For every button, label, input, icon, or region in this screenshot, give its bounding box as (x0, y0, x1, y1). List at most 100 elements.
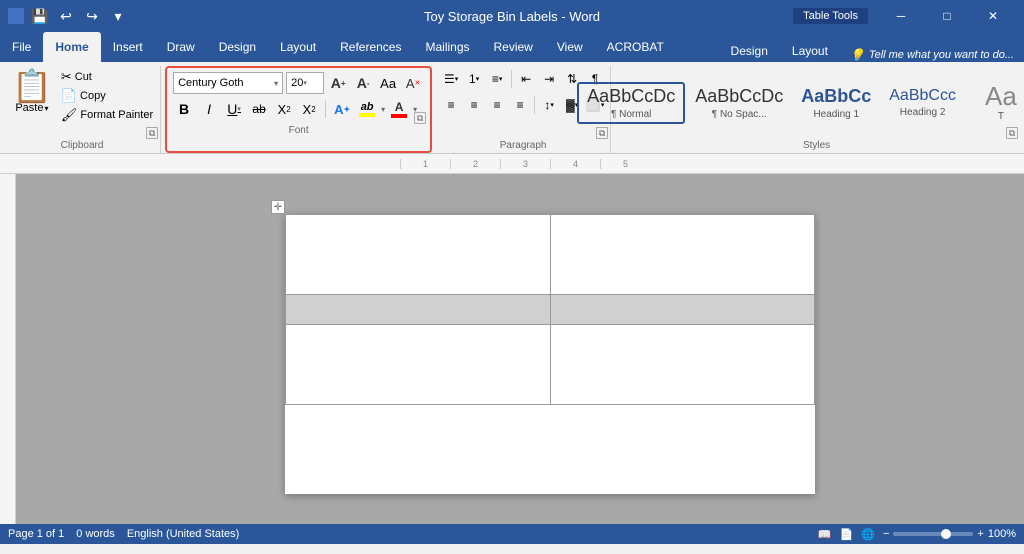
style-heading1[interactable]: AaBbCc Heading 1 (793, 84, 879, 122)
ribbon: 📋 Paste ▾ ✂ Cut 📄 Copy 🖌 Format Painter (0, 62, 1024, 154)
multilevel-list-button[interactable]: ≡▾ (486, 68, 508, 90)
tab-design[interactable]: Design (207, 32, 268, 62)
style-no-space[interactable]: AaBbCcDc ¶ No Spac... (687, 84, 791, 122)
font-grow-button[interactable]: A+ (327, 72, 349, 94)
separator-1 (325, 100, 326, 118)
ruler-margin-left (360, 159, 400, 169)
zoom-slider[interactable] (893, 532, 973, 536)
font-color-bar (391, 114, 407, 118)
font-color-button[interactable]: A (388, 98, 410, 120)
increase-indent-button[interactable]: ⇥ (538, 68, 560, 90)
table-cell-3-2[interactable] (550, 325, 815, 405)
page-info: Page 1 of 1 (8, 528, 64, 540)
style-h2-preview: AaBbCcc (889, 87, 956, 105)
tab-home[interactable]: Home (43, 32, 100, 62)
font-expand-button[interactable]: ⧉ (414, 112, 426, 124)
font-shrink-button[interactable]: A- (352, 72, 374, 94)
numbering-button[interactable]: 1▾ (463, 68, 485, 90)
ruler-mark-1: 1 (400, 159, 450, 169)
underline-button[interactable]: U ▾ (223, 98, 245, 120)
bold-button[interactable]: B (173, 98, 195, 120)
style-normal[interactable]: AaBbCcDc ¶ Normal (577, 82, 685, 124)
align-left-button[interactable]: ≡ (440, 94, 462, 116)
align-right-button[interactable]: ≡ (486, 94, 508, 116)
font-row-2: B I U ▾ ab X2 X2 A✦ ab ▾ A (173, 98, 417, 120)
style-nospace-preview: AaBbCcDc (695, 86, 783, 107)
zoom-in-button[interactable]: + (977, 528, 983, 540)
view-print-button[interactable]: 📄 (840, 528, 854, 541)
clipboard-expand-button[interactable]: ⧉ (146, 127, 158, 139)
tab-review[interactable]: Review (482, 32, 545, 62)
font-group-label: Font (169, 125, 428, 136)
styles-label: Styles (613, 140, 1020, 151)
line-spacing-button[interactable]: ↕▾ (538, 94, 560, 116)
cut-button[interactable]: ✂ Cut (58, 68, 156, 86)
table-cell-1-2[interactable] (550, 215, 815, 295)
tab-draw[interactable]: Draw (155, 32, 207, 62)
view-web-button[interactable]: 🌐 (861, 528, 875, 541)
undo-button[interactable]: ↩ (56, 6, 76, 26)
table-cell-1-1[interactable] (286, 215, 551, 295)
ruler-mark-3: 3 (500, 159, 550, 169)
customize-qat-button[interactable]: ▾ (108, 6, 128, 26)
tab-view[interactable]: View (545, 32, 595, 62)
ruler-mark-2: 2 (450, 159, 500, 169)
tab-mailings[interactable]: Mailings (413, 32, 481, 62)
text-effects-button[interactable]: A✦ (331, 98, 353, 120)
highlight-dropdown-arrow[interactable]: ▾ (381, 105, 385, 114)
tab-table-design[interactable]: Design (719, 40, 780, 62)
font-size-dropdown[interactable]: 20 ▾ (286, 72, 324, 94)
strikethrough-button[interactable]: ab (248, 98, 270, 120)
tab-acrobat[interactable]: ACROBAT (595, 32, 676, 62)
close-button[interactable]: ✕ (970, 0, 1016, 32)
document-page: ✛ (285, 214, 815, 494)
minimize-button[interactable]: ─ (878, 0, 924, 32)
tab-references[interactable]: References (328, 32, 413, 62)
justify-button[interactable]: ≡ (509, 94, 531, 116)
save-button[interactable]: 💾 (30, 6, 50, 26)
italic-button[interactable]: I (198, 98, 220, 120)
copy-button[interactable]: 📄 Copy (58, 87, 156, 105)
tab-insert[interactable]: Insert (101, 32, 155, 62)
style-h1-label: Heading 1 (813, 109, 859, 120)
tab-layout[interactable]: Layout (268, 32, 328, 62)
change-case-button[interactable]: Aa (377, 72, 399, 94)
separator-3 (534, 96, 535, 114)
zoom-out-button[interactable]: − (883, 528, 889, 540)
subscript-button[interactable]: X2 (273, 98, 295, 120)
style-heading2[interactable]: AaBbCcc Heading 2 (881, 85, 964, 120)
font-name-dropdown[interactable]: Century Goth ▾ (173, 72, 283, 94)
style-title-preview: Aa (985, 83, 1017, 109)
align-center-button[interactable]: ≡ (463, 94, 485, 116)
zoom-level: 100% (988, 528, 1016, 540)
styles-group: AaBbCcDc ¶ Normal AaBbCcDc ¶ No Spac... … (613, 66, 1020, 153)
tab-table-layout[interactable]: Layout (780, 40, 840, 62)
tab-file[interactable]: File (0, 32, 43, 62)
tell-me-input[interactable]: 💡 Tell me what you want to do... (840, 48, 1024, 62)
styles-expand-button[interactable]: ⧉ (1006, 127, 1018, 139)
decrease-indent-button[interactable]: ⇤ (515, 68, 537, 90)
zoom-control: − + 100% (883, 528, 1016, 540)
table-row-2 (286, 295, 815, 325)
bullets-button[interactable]: ☰▾ (440, 68, 462, 90)
ruler: 1 2 3 4 5 (0, 154, 1024, 174)
view-read-button[interactable]: 📖 (818, 528, 832, 541)
cut-icon: ✂ (61, 69, 72, 85)
style-title-label: T (998, 111, 1004, 122)
style-title[interactable]: Aa T (966, 81, 1024, 124)
table-move-handle[interactable]: ✛ (271, 200, 285, 214)
table-cell-2-2[interactable] (550, 295, 815, 325)
table-cell-3-1[interactable] (286, 325, 551, 405)
style-nospace-label: ¶ No Spac... (712, 109, 767, 120)
redo-button[interactable]: ↪ (82, 6, 102, 26)
text-highlight-button[interactable]: ab (356, 98, 378, 120)
style-h2-label: Heading 2 (900, 107, 946, 118)
clear-formatting-button[interactable]: A✕ (402, 72, 424, 94)
maximize-button[interactable]: □ (924, 0, 970, 32)
superscript-button[interactable]: X2 (298, 98, 320, 120)
clipboard-label: Clipboard (4, 140, 160, 151)
format-painter-button[interactable]: 🖌 Format Painter (58, 106, 156, 124)
paste-button[interactable]: 📋 Paste ▾ (8, 68, 56, 139)
quick-access-toolbar: 💾 ↩ ↪ ▾ (8, 6, 128, 26)
table-cell-2-1[interactable] (286, 295, 551, 325)
